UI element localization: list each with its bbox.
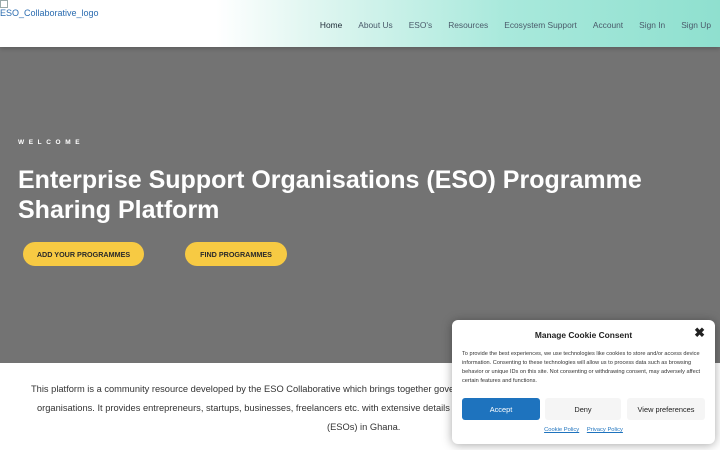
hero-section: WELCOME Enterprise Support Organisations… (0, 47, 720, 363)
privacy-policy-link[interactable]: Privacy Policy (587, 427, 623, 433)
close-icon[interactable]: ✖ (694, 326, 705, 340)
nav-home[interactable]: Home (320, 20, 342, 30)
intro-line-3: (ESOs) in Ghana. (327, 422, 401, 432)
intro-line-2: organisations. It provides entrepreneurs… (37, 403, 468, 413)
deny-button[interactable]: Deny (545, 398, 621, 420)
hero-title-line-2: Sharing Platform (18, 196, 220, 224)
site-header: ESO_Collaborative_logo Home About Us ESO… (0, 0, 720, 47)
cookie-consent-modal: Manage Cookie Consent ✖ To provide the b… (452, 320, 715, 444)
add-programmes-button[interactable]: ADD YOUR PROGRAMMES (23, 242, 144, 266)
nav-account[interactable]: Account (593, 20, 623, 30)
hero-title-line-1: Enterprise Support Organisations (ESO) P… (18, 166, 642, 194)
cookie-links: Cookie Policy Privacy Policy (452, 427, 715, 433)
nav-resources[interactable]: Resources (448, 20, 488, 30)
find-programmes-button[interactable]: FIND PROGRAMMES (185, 242, 287, 266)
site-logo[interactable]: ESO_Collaborative_logo (0, 0, 99, 18)
cookie-title: Manage Cookie Consent (534, 330, 633, 340)
main-nav: Home About Us ESO's Resources Ecosystem … (304, 20, 711, 30)
broken-image-icon (0, 0, 8, 8)
accept-button[interactable]: Accept (462, 398, 540, 420)
nav-ecosystem-support[interactable]: Ecosystem Support (504, 20, 577, 30)
logo-alt-text[interactable]: ESO_Collaborative_logo (0, 8, 99, 18)
nav-about-us[interactable]: About Us (358, 20, 392, 30)
cookie-policy-link[interactable]: Cookie Policy (544, 427, 579, 433)
nav-esos[interactable]: ESO's (409, 20, 432, 30)
intro-line-1: This platform is a community resource de… (31, 384, 471, 394)
cookie-description: To provide the best experiences, we use … (462, 351, 701, 385)
view-preferences-button[interactable]: View preferences (627, 398, 705, 420)
nav-sign-in[interactable]: Sign In (639, 20, 665, 30)
nav-sign-up[interactable]: Sign Up (681, 20, 711, 30)
hero-kicker: WELCOME (18, 139, 85, 146)
hero-title: Enterprise Support Organisations (ESO) P… (18, 165, 658, 225)
